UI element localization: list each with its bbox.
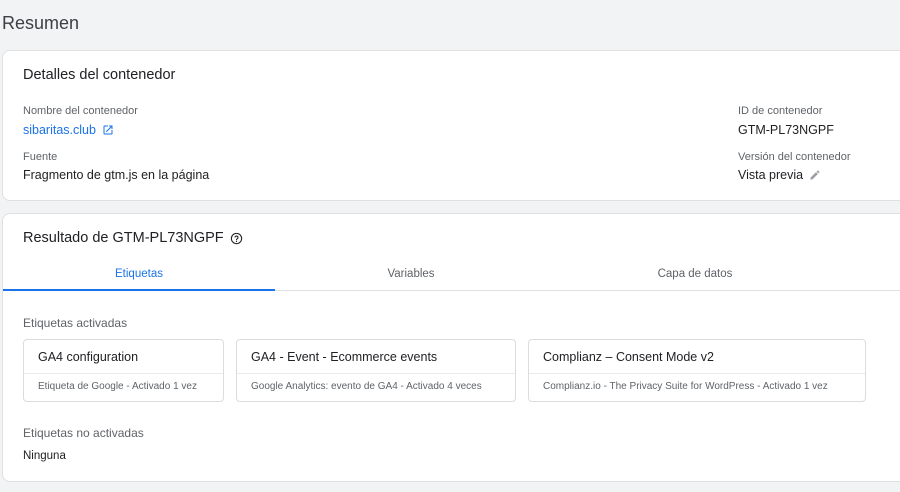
tag-name: GA4 configuration: [38, 350, 139, 364]
tab-etiquetas[interactable]: Etiquetas: [3, 258, 275, 291]
container-details-card: Detalles del contenedor Nombre del conte…: [2, 50, 900, 201]
result-card: Resultado de GTM-PL73NGPF Etiquetas Vari…: [2, 213, 900, 482]
container-name-link[interactable]: sibaritas.club: [23, 123, 96, 137]
result-title: Resultado de GTM-PL73NGPF: [23, 230, 224, 246]
not-fired-tags-value: Ninguna: [23, 450, 66, 462]
container-id-label: ID de contenedor: [738, 105, 823, 117]
container-details-title: Detalles del contenedor: [23, 67, 176, 83]
tag-divider: [24, 373, 223, 374]
container-id-value: GTM-PL73NGPF: [738, 123, 834, 137]
help-icon[interactable]: [230, 232, 243, 245]
container-name-label: Nombre del contenedor: [23, 105, 138, 117]
tag-name: Complianz – Consent Mode v2: [543, 350, 714, 364]
tag-meta: Complianz.io - The Privacy Suite for Wor…: [543, 381, 828, 392]
tab-capa-de-datos[interactable]: Capa de datos: [559, 258, 831, 290]
fired-tag-card[interactable]: GA4 - Event - Ecommerce events Google An…: [236, 339, 516, 402]
fired-tag-card[interactable]: GA4 configuration Etiqueta de Google - A…: [23, 339, 224, 402]
tag-meta: Etiqueta de Google - Activado 1 vez: [38, 381, 197, 392]
source-value: Fragmento de gtm.js en la página: [23, 168, 210, 182]
result-tabs: Etiquetas Variables Capa de datos: [3, 258, 900, 291]
container-version-value: Vista previa: [738, 168, 804, 182]
pencil-icon[interactable]: [809, 169, 821, 181]
page-title: Resumen: [2, 13, 80, 33]
not-fired-tags-label: Etiquetas no activadas: [23, 426, 144, 440]
container-version-label: Versión del contenedor: [738, 151, 851, 163]
fired-tags-label: Etiquetas activadas: [23, 316, 128, 330]
fired-tag-card[interactable]: Complianz – Consent Mode v2 Complianz.io…: [528, 339, 866, 402]
active-tab-indicator: [3, 289, 275, 291]
tag-divider: [237, 373, 515, 374]
tab-variables[interactable]: Variables: [275, 258, 547, 290]
tag-meta: Google Analytics: evento de GA4 - Activa…: [251, 381, 482, 392]
result-title-row: Resultado de GTM-PL73NGPF: [23, 230, 243, 246]
tag-name: GA4 - Event - Ecommerce events: [251, 350, 438, 364]
source-label: Fuente: [23, 151, 58, 163]
tag-divider: [529, 373, 865, 374]
container-version-field: Vista previa: [738, 168, 821, 182]
container-name-field: sibaritas.club: [23, 123, 114, 137]
external-link-icon[interactable]: [102, 124, 114, 136]
